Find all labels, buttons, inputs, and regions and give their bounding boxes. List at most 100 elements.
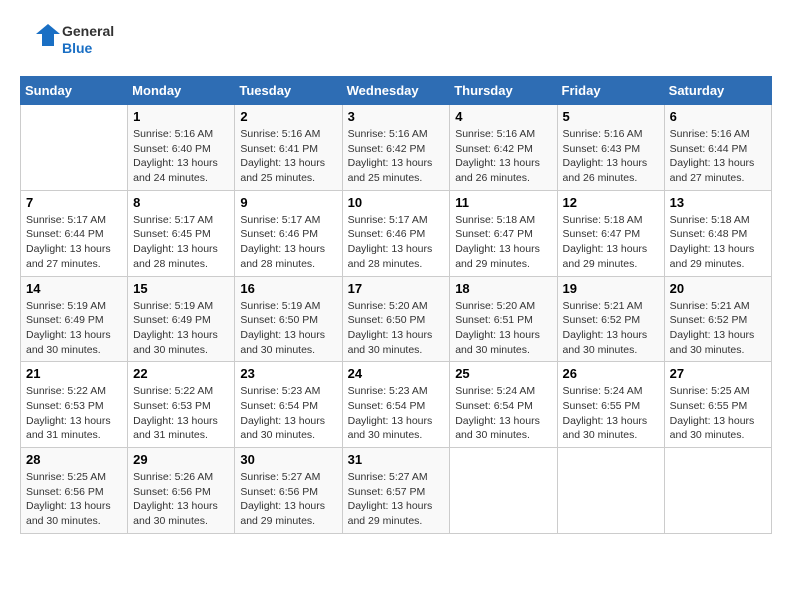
day-number: 18 — [455, 281, 551, 296]
calendar-cell: 26 Sunrise: 5:24 AMSunset: 6:55 PMDaylig… — [557, 362, 664, 448]
day-number: 11 — [455, 195, 551, 210]
day-number: 8 — [133, 195, 229, 210]
calendar-cell — [21, 105, 128, 191]
calendar-cell: 4 Sunrise: 5:16 AMSunset: 6:42 PMDayligh… — [450, 105, 557, 191]
day-number: 14 — [26, 281, 122, 296]
calendar-cell: 29 Sunrise: 5:26 AMSunset: 6:56 PMDaylig… — [128, 448, 235, 534]
day-info: Sunrise: 5:22 AMSunset: 6:53 PMDaylight:… — [133, 384, 229, 443]
day-info: Sunrise: 5:21 AMSunset: 6:52 PMDaylight:… — [670, 299, 766, 358]
day-info: Sunrise: 5:17 AMSunset: 6:46 PMDaylight:… — [240, 213, 336, 272]
day-info: Sunrise: 5:18 AMSunset: 6:47 PMDaylight:… — [455, 213, 551, 272]
day-number: 25 — [455, 366, 551, 381]
calendar-cell: 31 Sunrise: 5:27 AMSunset: 6:57 PMDaylig… — [342, 448, 450, 534]
calendar-cell: 23 Sunrise: 5:23 AMSunset: 6:54 PMDaylig… — [235, 362, 342, 448]
calendar-cell: 9 Sunrise: 5:17 AMSunset: 6:46 PMDayligh… — [235, 190, 342, 276]
day-number: 21 — [26, 366, 122, 381]
calendar-cell: 27 Sunrise: 5:25 AMSunset: 6:55 PMDaylig… — [664, 362, 771, 448]
day-number: 12 — [563, 195, 659, 210]
logo: General Blue — [20, 20, 114, 60]
day-info: Sunrise: 5:27 AMSunset: 6:56 PMDaylight:… — [240, 470, 336, 529]
day-number: 26 — [563, 366, 659, 381]
week-row-3: 14 Sunrise: 5:19 AMSunset: 6:49 PMDaylig… — [21, 276, 772, 362]
day-number: 16 — [240, 281, 336, 296]
day-number: 20 — [670, 281, 766, 296]
day-number: 9 — [240, 195, 336, 210]
calendar-cell: 18 Sunrise: 5:20 AMSunset: 6:51 PMDaylig… — [450, 276, 557, 362]
day-number: 1 — [133, 109, 229, 124]
calendar-cell: 20 Sunrise: 5:21 AMSunset: 6:52 PMDaylig… — [664, 276, 771, 362]
day-number: 7 — [26, 195, 122, 210]
day-info: Sunrise: 5:16 AMSunset: 6:40 PMDaylight:… — [133, 127, 229, 186]
day-info: Sunrise: 5:16 AMSunset: 6:41 PMDaylight:… — [240, 127, 336, 186]
calendar-cell: 2 Sunrise: 5:16 AMSunset: 6:41 PMDayligh… — [235, 105, 342, 191]
calendar-cell: 17 Sunrise: 5:20 AMSunset: 6:50 PMDaylig… — [342, 276, 450, 362]
calendar-cell — [664, 448, 771, 534]
day-info: Sunrise: 5:18 AMSunset: 6:48 PMDaylight:… — [670, 213, 766, 272]
day-number: 4 — [455, 109, 551, 124]
day-info: Sunrise: 5:24 AMSunset: 6:54 PMDaylight:… — [455, 384, 551, 443]
day-number: 31 — [348, 452, 445, 467]
calendar-cell: 1 Sunrise: 5:16 AMSunset: 6:40 PMDayligh… — [128, 105, 235, 191]
day-info: Sunrise: 5:21 AMSunset: 6:52 PMDaylight:… — [563, 299, 659, 358]
day-number: 13 — [670, 195, 766, 210]
day-number: 2 — [240, 109, 336, 124]
header-row: SundayMondayTuesdayWednesdayThursdayFrid… — [21, 77, 772, 105]
day-info: Sunrise: 5:23 AMSunset: 6:54 PMDaylight:… — [240, 384, 336, 443]
week-row-1: 1 Sunrise: 5:16 AMSunset: 6:40 PMDayligh… — [21, 105, 772, 191]
day-number: 28 — [26, 452, 122, 467]
day-info: Sunrise: 5:20 AMSunset: 6:50 PMDaylight:… — [348, 299, 445, 358]
day-info: Sunrise: 5:16 AMSunset: 6:42 PMDaylight:… — [348, 127, 445, 186]
day-info: Sunrise: 5:26 AMSunset: 6:56 PMDaylight:… — [133, 470, 229, 529]
header-cell-thursday: Thursday — [450, 77, 557, 105]
day-info: Sunrise: 5:17 AMSunset: 6:44 PMDaylight:… — [26, 213, 122, 272]
day-info: Sunrise: 5:20 AMSunset: 6:51 PMDaylight:… — [455, 299, 551, 358]
calendar-cell: 22 Sunrise: 5:22 AMSunset: 6:53 PMDaylig… — [128, 362, 235, 448]
day-number: 6 — [670, 109, 766, 124]
day-number: 29 — [133, 452, 229, 467]
day-number: 10 — [348, 195, 445, 210]
day-info: Sunrise: 5:22 AMSunset: 6:53 PMDaylight:… — [26, 384, 122, 443]
calendar-cell: 5 Sunrise: 5:16 AMSunset: 6:43 PMDayligh… — [557, 105, 664, 191]
header-cell-sunday: Sunday — [21, 77, 128, 105]
calendar-cell: 12 Sunrise: 5:18 AMSunset: 6:47 PMDaylig… — [557, 190, 664, 276]
header-cell-wednesday: Wednesday — [342, 77, 450, 105]
day-info: Sunrise: 5:17 AMSunset: 6:46 PMDaylight:… — [348, 213, 445, 272]
calendar-cell: 13 Sunrise: 5:18 AMSunset: 6:48 PMDaylig… — [664, 190, 771, 276]
day-info: Sunrise: 5:18 AMSunset: 6:47 PMDaylight:… — [563, 213, 659, 272]
day-info: Sunrise: 5:19 AMSunset: 6:49 PMDaylight:… — [26, 299, 122, 358]
logo-general-text: General — [62, 23, 114, 40]
day-number: 24 — [348, 366, 445, 381]
calendar-cell: 30 Sunrise: 5:27 AMSunset: 6:56 PMDaylig… — [235, 448, 342, 534]
logo-bird-icon — [20, 20, 60, 60]
week-row-2: 7 Sunrise: 5:17 AMSunset: 6:44 PMDayligh… — [21, 190, 772, 276]
day-number: 22 — [133, 366, 229, 381]
calendar-cell: 11 Sunrise: 5:18 AMSunset: 6:47 PMDaylig… — [450, 190, 557, 276]
day-info: Sunrise: 5:24 AMSunset: 6:55 PMDaylight:… — [563, 384, 659, 443]
week-row-5: 28 Sunrise: 5:25 AMSunset: 6:56 PMDaylig… — [21, 448, 772, 534]
day-number: 5 — [563, 109, 659, 124]
day-number: 17 — [348, 281, 445, 296]
calendar-table: SundayMondayTuesdayWednesdayThursdayFrid… — [20, 76, 772, 534]
day-info: Sunrise: 5:23 AMSunset: 6:54 PMDaylight:… — [348, 384, 445, 443]
calendar-cell: 3 Sunrise: 5:16 AMSunset: 6:42 PMDayligh… — [342, 105, 450, 191]
calendar-cell: 25 Sunrise: 5:24 AMSunset: 6:54 PMDaylig… — [450, 362, 557, 448]
page-header: General Blue — [20, 20, 772, 60]
day-info: Sunrise: 5:16 AMSunset: 6:44 PMDaylight:… — [670, 127, 766, 186]
calendar-cell: 24 Sunrise: 5:23 AMSunset: 6:54 PMDaylig… — [342, 362, 450, 448]
day-number: 27 — [670, 366, 766, 381]
day-number: 30 — [240, 452, 336, 467]
day-number: 19 — [563, 281, 659, 296]
calendar-cell: 6 Sunrise: 5:16 AMSunset: 6:44 PMDayligh… — [664, 105, 771, 191]
calendar-cell: 8 Sunrise: 5:17 AMSunset: 6:45 PMDayligh… — [128, 190, 235, 276]
day-number: 23 — [240, 366, 336, 381]
day-info: Sunrise: 5:16 AMSunset: 6:43 PMDaylight:… — [563, 127, 659, 186]
calendar-cell: 28 Sunrise: 5:25 AMSunset: 6:56 PMDaylig… — [21, 448, 128, 534]
header-cell-saturday: Saturday — [664, 77, 771, 105]
day-info: Sunrise: 5:16 AMSunset: 6:42 PMDaylight:… — [455, 127, 551, 186]
logo-blue-text: Blue — [62, 40, 114, 57]
day-info: Sunrise: 5:17 AMSunset: 6:45 PMDaylight:… — [133, 213, 229, 272]
day-info: Sunrise: 5:25 AMSunset: 6:55 PMDaylight:… — [670, 384, 766, 443]
calendar-cell: 7 Sunrise: 5:17 AMSunset: 6:44 PMDayligh… — [21, 190, 128, 276]
day-number: 15 — [133, 281, 229, 296]
day-info: Sunrise: 5:19 AMSunset: 6:49 PMDaylight:… — [133, 299, 229, 358]
